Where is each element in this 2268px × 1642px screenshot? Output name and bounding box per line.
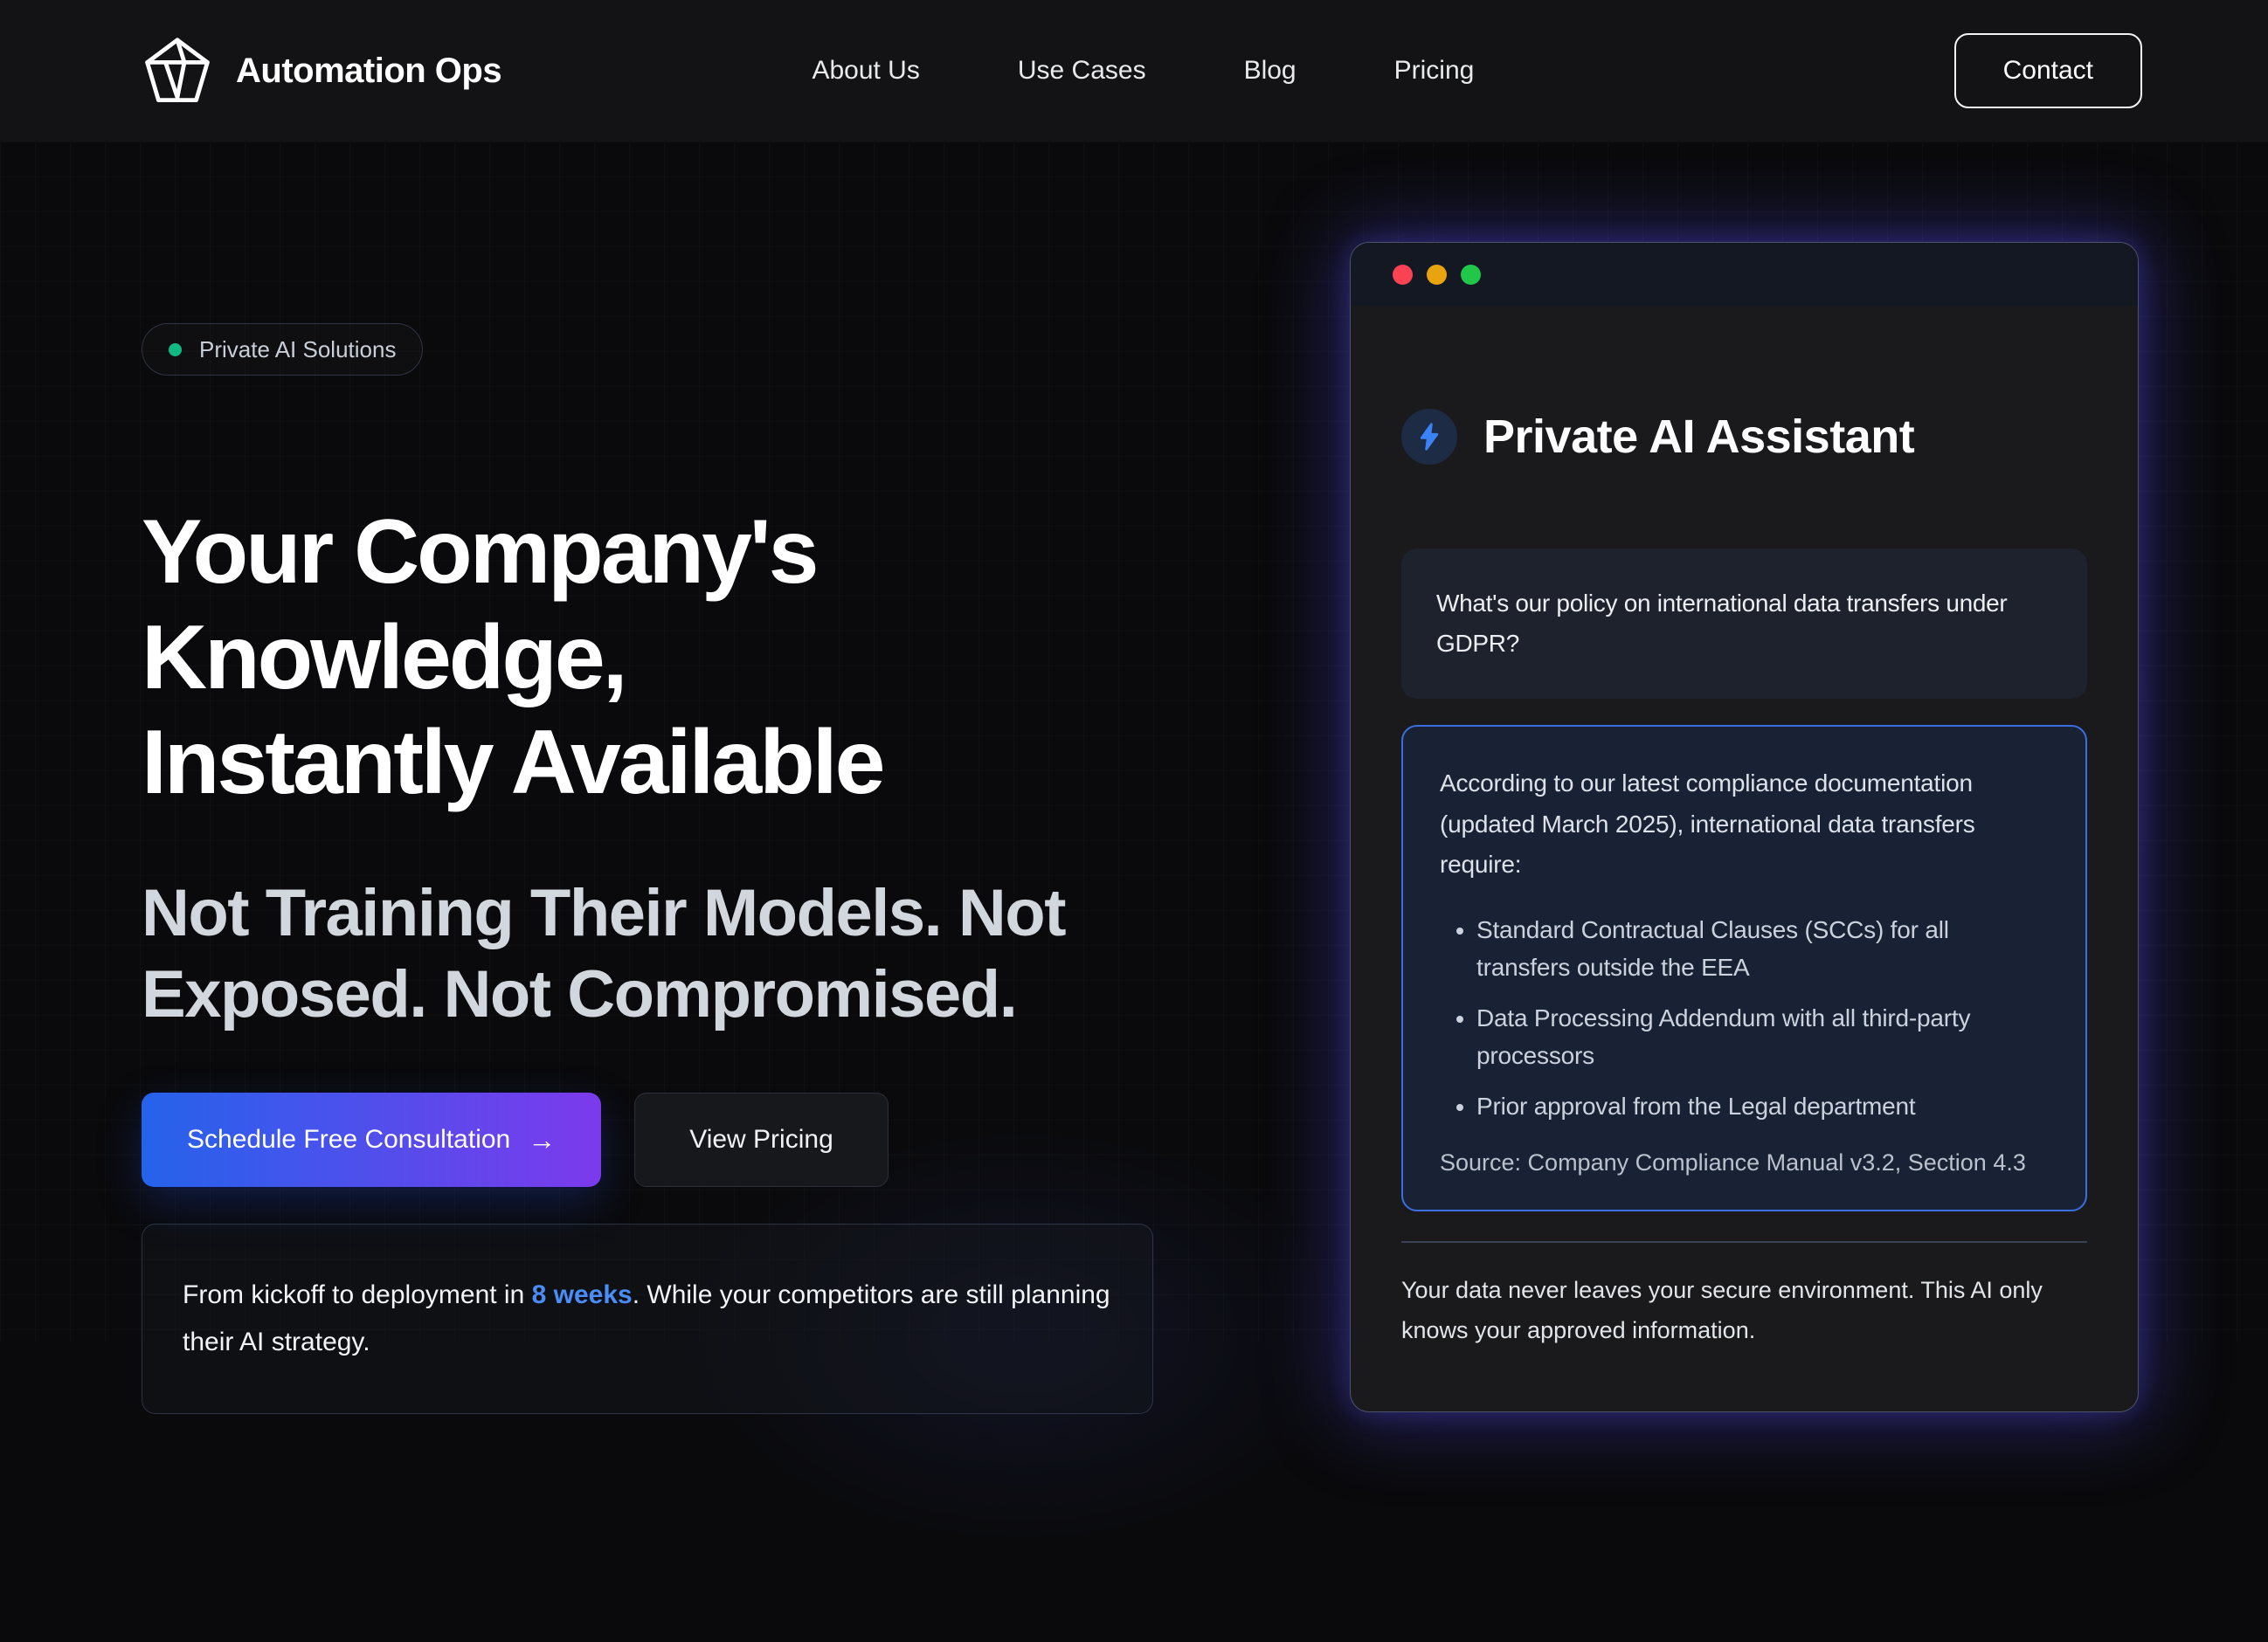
ai-bullet-item: Standard Contractual Clauses (SCCs) for … bbox=[1476, 911, 2049, 987]
window-close-button[interactable] bbox=[1393, 265, 1413, 285]
ai-bullet-item: Data Processing Addendum with all third-… bbox=[1476, 999, 2049, 1075]
nav-link-use-cases[interactable]: Use Cases bbox=[1018, 56, 1146, 86]
ai-bullet-item: Prior approval from the Legal department bbox=[1476, 1087, 2049, 1125]
nav-link-blog[interactable]: Blog bbox=[1244, 56, 1296, 86]
brand-name: Automation Ops bbox=[236, 52, 501, 91]
contact-button[interactable]: Contact bbox=[1954, 33, 2142, 108]
hero-title-line-1: Your Company's Knowledge, bbox=[142, 500, 1269, 710]
privacy-note: Your data never leaves your secure envir… bbox=[1401, 1271, 2087, 1386]
schedule-consultation-label: Schedule Free Consultation bbox=[187, 1125, 510, 1155]
ai-answer-source: Source: Company Compliance Manual v3.2, … bbox=[1440, 1149, 2049, 1176]
note-text-highlight: 8 weeks bbox=[532, 1280, 633, 1309]
user-message-bubble: What's our policy on international data … bbox=[1401, 548, 2087, 699]
ai-answer-bubble: According to our latest compliance docum… bbox=[1401, 725, 2087, 1211]
brand-logo[interactable]: Automation Ops bbox=[140, 36, 501, 106]
ai-answer-bullets: Standard Contractual Clauses (SCCs) for … bbox=[1440, 911, 2049, 1125]
arrow-right-icon: → bbox=[528, 1124, 556, 1156]
hero-title: Your Company's Knowledge, Instantly Avai… bbox=[142, 500, 1269, 816]
main-nav: About Us Use Cases Blog Pricing bbox=[812, 56, 1474, 86]
window-zoom-button[interactable] bbox=[1461, 265, 1481, 285]
hero-badge-label: Private AI Solutions bbox=[199, 336, 396, 363]
assistant-window-body: Private AI Assistant What's our policy o… bbox=[1351, 306, 2138, 1386]
window-minimize-button[interactable] bbox=[1427, 265, 1447, 285]
hero-section: Private AI Solutions Your Company's Know… bbox=[142, 323, 1269, 1414]
window-titlebar bbox=[1351, 243, 2138, 306]
hero-subtitle-line-2: Exposed. Not Compromised. bbox=[142, 955, 1269, 1036]
hero-badge: Private AI Solutions bbox=[142, 323, 423, 376]
deployment-note-box: From kickoff to deployment in 8 weeks. W… bbox=[142, 1224, 1153, 1414]
note-text-pre: From kickoff to deployment in bbox=[183, 1280, 532, 1309]
cta-row: Schedule Free Consultation → View Pricin… bbox=[142, 1093, 1269, 1187]
hero-subtitle: Not Training Their Models. Not Exposed. … bbox=[142, 873, 1269, 1035]
schedule-consultation-button[interactable]: Schedule Free Consultation → bbox=[142, 1093, 601, 1187]
divider bbox=[1401, 1241, 2087, 1243]
pentagon-logo-icon bbox=[140, 36, 215, 106]
nav-link-pricing[interactable]: Pricing bbox=[1394, 56, 1475, 86]
nav-link-about[interactable]: About Us bbox=[812, 56, 919, 86]
assistant-header: Private AI Assistant bbox=[1401, 409, 2087, 465]
assistant-title: Private AI Assistant bbox=[1483, 410, 1914, 464]
deployment-note-text: From kickoff to deployment in 8 weeks. W… bbox=[183, 1272, 1112, 1366]
ai-answer-intro: According to our latest compliance docum… bbox=[1440, 763, 2049, 885]
hero-subtitle-line-1: Not Training Their Models. Not bbox=[142, 873, 1269, 955]
hero-title-line-2: Instantly Available bbox=[142, 710, 1269, 816]
assistant-window: Private AI Assistant What's our policy o… bbox=[1350, 242, 2139, 1412]
lightning-icon bbox=[1401, 409, 1457, 465]
view-pricing-button[interactable]: View Pricing bbox=[634, 1093, 889, 1187]
status-dot-icon bbox=[169, 343, 182, 356]
site-header: Automation Ops About Us Use Cases Blog P… bbox=[0, 0, 2268, 141]
